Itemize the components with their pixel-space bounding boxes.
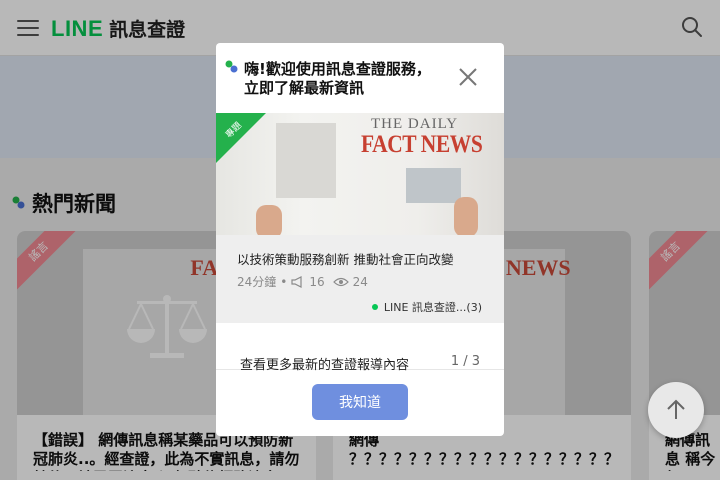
share-count: 16: [309, 274, 325, 289]
feature-ribbon: [216, 113, 266, 163]
article-meta: 24分鐘 • 16 24: [237, 274, 368, 290]
source-dot-icon: [371, 304, 378, 310]
paper-headline: FACT NEWS: [361, 131, 483, 158]
article-title[interactable]: 以技術策動服務創新 推動社會正向改變: [237, 249, 453, 268]
welcome-modal: 嗨!歡迎使用訊息查證服務，立即了解最新資訊 THE DAILY FACT NEW…: [216, 43, 504, 436]
close-icon[interactable]: [456, 65, 480, 89]
pager: 查看更多最新的查證報導內容 1 / 3: [216, 323, 504, 373]
arrow-up-icon: [667, 399, 685, 419]
scroll-top-button[interactable]: [648, 382, 704, 438]
modal-header: 嗨!歡迎使用訊息查證服務，立即了解最新資訊: [216, 43, 504, 113]
megaphone-icon: [291, 275, 302, 288]
article-source[interactable]: LINE 訊息查證...(3): [371, 299, 482, 315]
modal-title: 嗨!歡迎使用訊息查證服務，立即了解最新資訊: [244, 60, 431, 97]
view-count: 24: [352, 274, 368, 289]
source-name: LINE 訊息查證...(3): [383, 301, 482, 314]
article-info: 以技術策動服務創新 推動社會正向改變 24分鐘 • 16 24 LINE 訊息查…: [216, 235, 504, 323]
pager-count: 1 / 3: [450, 354, 480, 369]
line-dots-icon: [225, 60, 238, 73]
confirm-button[interactable]: 我知道: [312, 384, 408, 420]
pager-label: 查看更多最新的查證報導內容: [240, 358, 410, 373]
eye-icon: [332, 277, 349, 286]
article-time: 24分鐘: [237, 275, 277, 289]
featured-article[interactable]: THE DAILY FACT NEWS 專題 以技術策動服務創新 推動社會正向改…: [216, 113, 504, 323]
